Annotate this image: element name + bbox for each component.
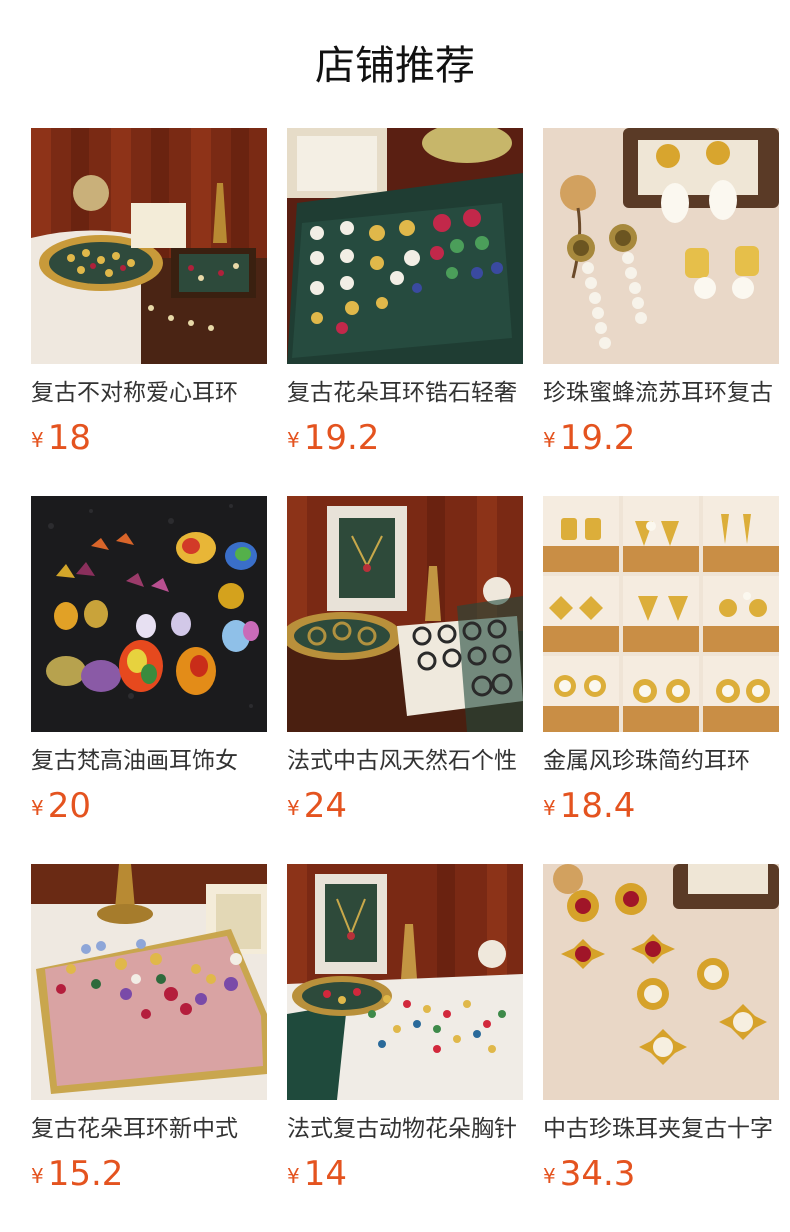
price-value: 19.2	[559, 418, 636, 458]
product-image[interactable]	[31, 496, 267, 732]
product-price: ¥18	[31, 416, 91, 460]
product-name[interactable]: 复古花朵耳环新中式	[31, 1112, 267, 1146]
product-name[interactable]: 珍珠蜜蜂流苏耳环复古	[543, 376, 779, 410]
product-price: ¥15.2	[31, 1152, 123, 1196]
product-price: ¥19.2	[287, 416, 379, 460]
price-value: 19.2	[303, 418, 380, 458]
price-value: 18.4	[559, 786, 636, 826]
currency-symbol: ¥	[31, 1164, 44, 1188]
product-price: ¥20	[31, 784, 91, 828]
currency-symbol: ¥	[287, 428, 300, 452]
currency-symbol: ¥	[31, 428, 44, 452]
product-card[interactable]: 中古珍珠耳夹复古十字 ¥34.3	[543, 864, 779, 1204]
currency-symbol: ¥	[543, 796, 556, 820]
product-name[interactable]: 中古珍珠耳夹复古十字	[543, 1112, 779, 1146]
price-value: 24	[303, 786, 347, 826]
product-name[interactable]: 法式中古风天然石个性	[287, 744, 523, 778]
price-value: 18	[47, 418, 91, 458]
product-card[interactable]: 法式中古风天然石个性 ¥24	[287, 496, 523, 836]
product-price: ¥18.4	[543, 784, 635, 828]
product-name[interactable]: 金属风珍珠简约耳环	[543, 744, 779, 778]
product-price: ¥24	[287, 784, 347, 828]
price-value: 14	[303, 1154, 347, 1194]
page-title: 店铺推荐	[315, 43, 475, 89]
product-image[interactable]	[543, 864, 779, 1100]
product-card[interactable]: 复古梵高油画耳饰女 ¥20	[31, 496, 267, 836]
product-card[interactable]: 复古不对称爱心耳环 ¥18	[31, 128, 267, 468]
product-image[interactable]	[287, 128, 523, 364]
product-card[interactable]: 复古花朵耳环新中式 ¥15.2	[31, 864, 267, 1204]
currency-symbol: ¥	[543, 1164, 556, 1188]
product-card[interactable]: 金属风珍珠简约耳环 ¥18.4	[543, 496, 779, 836]
product-image[interactable]	[543, 496, 779, 732]
currency-symbol: ¥	[287, 796, 300, 820]
currency-symbol: ¥	[287, 1164, 300, 1188]
price-value: 20	[47, 786, 91, 826]
product-image[interactable]	[31, 864, 267, 1100]
product-image[interactable]	[287, 864, 523, 1100]
price-value: 15.2	[47, 1154, 124, 1194]
product-card[interactable]: 法式复古动物花朵胸针 ¥14	[287, 864, 523, 1204]
currency-symbol: ¥	[543, 428, 556, 452]
price-value: 34.3	[559, 1154, 636, 1194]
product-image[interactable]	[287, 496, 523, 732]
product-price: ¥34.3	[543, 1152, 635, 1196]
product-image[interactable]	[31, 128, 267, 364]
product-card[interactable]: 复古花朵耳环锆石轻奢 ¥19.2	[287, 128, 523, 468]
currency-symbol: ¥	[31, 796, 44, 820]
product-name[interactable]: 复古梵高油画耳饰女	[31, 744, 267, 778]
product-name[interactable]: 复古花朵耳环锆石轻奢	[287, 376, 523, 410]
product-price: ¥19.2	[543, 416, 635, 460]
product-name[interactable]: 复古不对称爱心耳环	[31, 376, 267, 410]
product-name[interactable]: 法式复古动物花朵胸针	[287, 1112, 523, 1146]
product-price: ¥14	[287, 1152, 347, 1196]
product-image[interactable]	[543, 128, 779, 364]
product-card[interactable]: 珍珠蜜蜂流苏耳环复古 ¥19.2	[543, 128, 779, 468]
